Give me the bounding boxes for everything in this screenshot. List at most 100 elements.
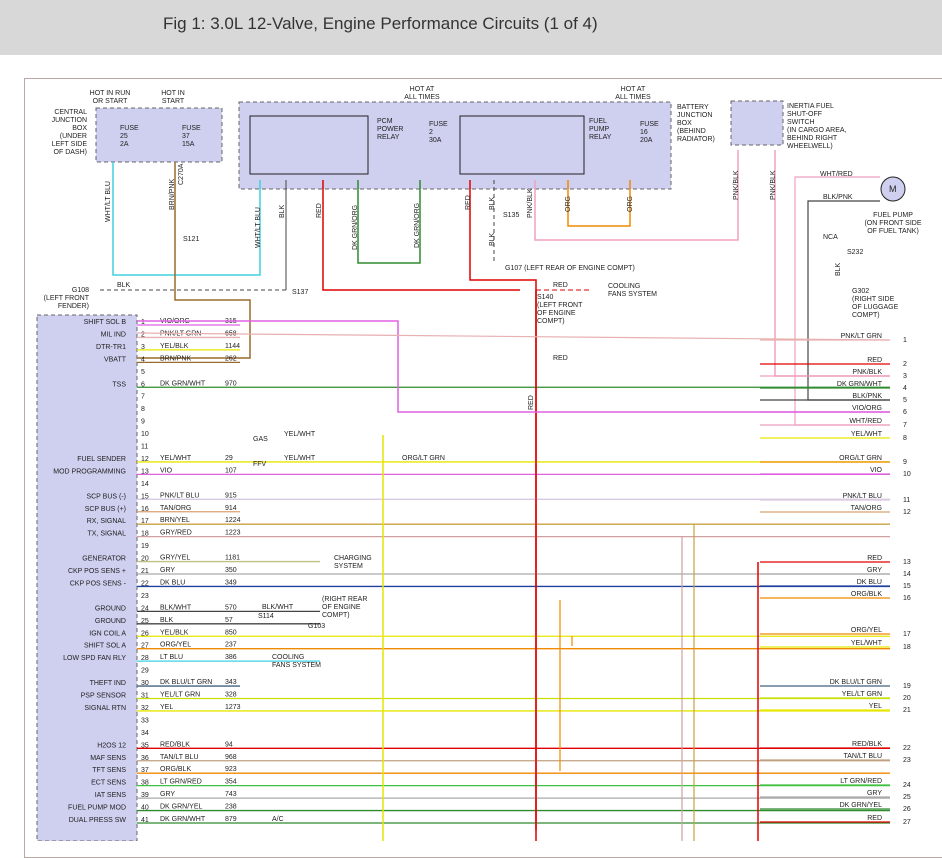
pin-name: TX, SIGNAL bbox=[87, 531, 126, 538]
ac-label: A/C bbox=[272, 816, 284, 823]
harness-wire-color: WHT/RED bbox=[849, 418, 882, 425]
s232-label: S232 bbox=[847, 249, 863, 256]
harness-number: 22 bbox=[903, 745, 911, 752]
pin-number: 10 bbox=[141, 431, 149, 438]
wire-org-label: ORG bbox=[565, 196, 572, 212]
pin-circuit: 914 bbox=[225, 505, 237, 512]
pin-name: ECT SENS bbox=[91, 780, 126, 787]
harness-wire-color: PNK/LT GRN bbox=[841, 333, 882, 340]
wire-pnk-blk-inertia bbox=[774, 150, 890, 377]
pin-circuit: 879 bbox=[225, 816, 237, 823]
harness-wire-color: GRY bbox=[867, 790, 882, 797]
pin-name: VBATT bbox=[104, 356, 127, 363]
harness-wire-color: RED bbox=[867, 555, 882, 562]
pin-name: DUAL PRESS SW bbox=[69, 817, 127, 824]
harness-number: 17 bbox=[903, 631, 911, 638]
cooling-fans-2-label: COOLING FANS SYSTEM bbox=[272, 654, 321, 669]
wire-ffv-label: FFV bbox=[253, 461, 267, 468]
harness-wire-color: RED bbox=[867, 815, 882, 822]
pin-wire-color: BLK/WHT bbox=[160, 604, 192, 611]
harness-wire-color: TAN/LT BLU bbox=[843, 753, 882, 760]
pin-wire-color: TAN/LT BLU bbox=[160, 754, 199, 761]
wire-blk-2-label: BLK bbox=[489, 196, 496, 210]
pin-circuit: 94 bbox=[225, 741, 233, 748]
wire-yel-wht-2-label: YEL/WHT bbox=[284, 455, 316, 462]
pin-wire-color: YEL/BLK bbox=[160, 343, 189, 350]
pin-name: PSP SENSOR bbox=[81, 693, 126, 700]
pin-circuit: 386 bbox=[225, 654, 237, 661]
pin-number: 14 bbox=[141, 481, 149, 488]
g103-label: G103 bbox=[308, 623, 325, 630]
pin-wire-color: YEL/LT GRN bbox=[160, 692, 200, 699]
harness-wire-color: LT GRN/RED bbox=[840, 778, 882, 785]
pin-number: 8 bbox=[141, 406, 145, 413]
wire-blk-5-label: BLK bbox=[835, 262, 842, 276]
harness-number: 15 bbox=[903, 583, 911, 590]
nca-label: NCA bbox=[823, 234, 838, 241]
pin-name: IAT SENS bbox=[95, 792, 127, 799]
pin-wire-color: GRY bbox=[160, 791, 175, 798]
pin-name: RX, SIGNAL bbox=[87, 518, 126, 525]
hot-run-start-label: HOT IN RUN OR START bbox=[90, 90, 131, 105]
wire-blk-3-label: BLK bbox=[489, 232, 496, 246]
pin-wire-color: VIO bbox=[160, 467, 173, 474]
wire-brn-pnk-top bbox=[137, 162, 251, 359]
pin-wire-color: GRY bbox=[160, 567, 175, 574]
pin-circuit: 328 bbox=[225, 692, 237, 699]
pin-circuit: 238 bbox=[225, 804, 237, 811]
charging-label: CHARGING SYSTEM bbox=[334, 555, 372, 570]
pin-circuit: 343 bbox=[225, 679, 237, 686]
pin-name: FUEL PUMP MOD bbox=[68, 805, 126, 812]
pin-wire-color: DK BLU bbox=[160, 579, 185, 586]
wire-yel-wht-label: YEL/WHT bbox=[284, 431, 316, 438]
pin-circuit: 850 bbox=[225, 629, 237, 636]
pin-name: THEFT IND bbox=[90, 680, 126, 687]
harness-number: 14 bbox=[903, 571, 911, 578]
harness-number: 16 bbox=[903, 595, 911, 602]
pin-wire-color: DK GRN/WHT bbox=[160, 816, 206, 823]
g108-label: G108 (LEFT FRONT FENDER) bbox=[44, 287, 90, 310]
harness-number: 21 bbox=[903, 707, 911, 714]
pin-wire-color: BRN/PNK bbox=[160, 355, 191, 362]
g302-label: G302 (RIGHT SIDE OF LUGGAGE COMPT) bbox=[852, 288, 899, 319]
harness-number: 3 bbox=[903, 373, 907, 380]
harness-wire-color: YEL/LT GRN bbox=[842, 691, 882, 698]
harness-number: 18 bbox=[903, 644, 911, 651]
wire-red-5-label: RED bbox=[528, 395, 535, 410]
pin-circuit: 57 bbox=[225, 617, 233, 624]
pin-circuit: 968 bbox=[225, 754, 237, 761]
pin-circuit: 923 bbox=[225, 766, 237, 773]
harness-number: 27 bbox=[903, 819, 911, 826]
wire-red-4-label: RED bbox=[553, 355, 568, 362]
harness-wire-color: DK BLU bbox=[857, 579, 882, 586]
pin-name: TFT SENS bbox=[92, 767, 126, 774]
wire-wht-lt-blu-label: WHT/LT BLU bbox=[105, 181, 112, 222]
harness-number: 9 bbox=[903, 459, 907, 466]
wire-wht-lt-blu-2-label: WHT/LT BLU bbox=[255, 207, 262, 248]
fuel-pump-relay-body bbox=[459, 115, 585, 175]
harness-wire-color: ORG/BLK bbox=[851, 591, 882, 598]
pin-wire-color: LT GRN/RED bbox=[160, 779, 202, 786]
wire-red-label: RED bbox=[316, 203, 323, 218]
pin-wire-color: GRY/RED bbox=[160, 530, 192, 537]
harness-wire-color: RED bbox=[867, 357, 882, 364]
pin-wire-color: ORG/YEL bbox=[160, 642, 191, 649]
wire-wht-red-label: WHT/RED bbox=[820, 171, 853, 178]
harness-number: 5 bbox=[903, 397, 907, 404]
harness-wire-color: VIO/ORG bbox=[852, 405, 882, 412]
hot-start-label: HOT IN START bbox=[161, 90, 185, 105]
pin-name: SCP BUS (-) bbox=[86, 493, 126, 500]
pin-number: 19 bbox=[141, 543, 149, 550]
harness-number: 20 bbox=[903, 695, 911, 702]
pin-circuit: 1181 bbox=[225, 555, 240, 562]
pin-name: SHIFT SOL B bbox=[84, 319, 127, 326]
central-junction-box bbox=[95, 107, 223, 163]
pin-number: 7 bbox=[141, 394, 145, 401]
harness-wire-color: DK BLU/LT GRN bbox=[830, 679, 882, 686]
pin-circuit: 350 bbox=[225, 567, 237, 574]
pin-circuit: 29 bbox=[225, 455, 233, 462]
pin-name: GROUND bbox=[95, 618, 126, 625]
bjb-label: BATTERY JUNCTION BOX (BEHIND RADIATOR) bbox=[677, 104, 715, 143]
harness-number: 11 bbox=[903, 497, 910, 504]
pin-name: LOW SPD FAN RLY bbox=[63, 655, 126, 662]
